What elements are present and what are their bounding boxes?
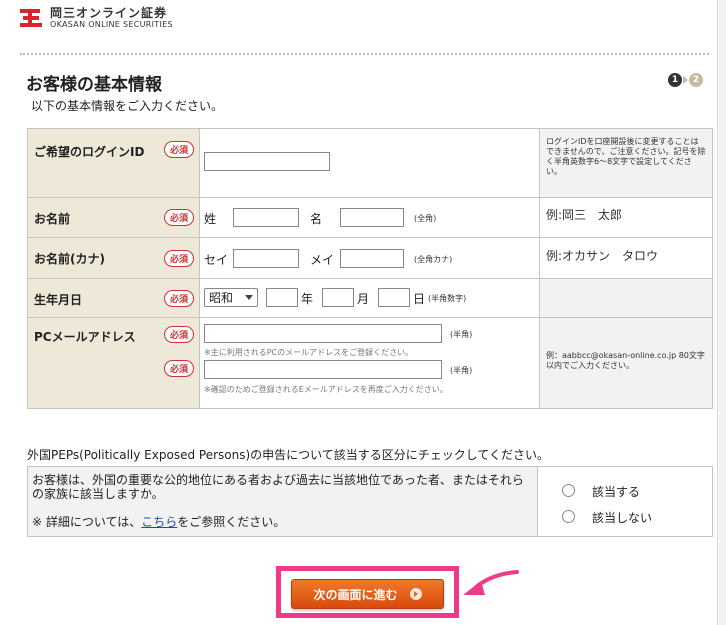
pep-no-label[interactable]: 該当しない [592, 509, 652, 526]
email-row: PCメールアドレス 必須 必須 (半角) ※主に利用されるPCのメールアドレスを… [27, 317, 713, 409]
required-badge: 必須 [164, 141, 194, 158]
name-kana-example: 例:オカサン タロウ [546, 249, 659, 263]
required-badge: 必須 [164, 250, 194, 267]
pep-no-radio[interactable] [562, 510, 575, 523]
birthdate-label: 生年月日 [34, 293, 83, 307]
logo-mark-icon [20, 8, 44, 30]
arrow-right-circle-icon [409, 588, 422, 600]
brand-logo[interactable]: 岡三オンライン証券 OKASAN ONLINE SECURITIES [20, 7, 173, 30]
pep-detail-suffix: をご参照ください。 [177, 515, 286, 529]
email-label: PCメールアドレス [34, 330, 136, 344]
login-id-note: ログインIDを口座開設後に変更することはできませんので、ご注意ください。記号を除… [546, 137, 706, 176]
required-badge-confirm: 必須 [164, 360, 194, 377]
day-label: 日 [413, 292, 426, 306]
login-id-label: ご希望のログインID [34, 145, 145, 159]
brand-name-jp: 岡三オンライン証券 [50, 6, 168, 20]
first-name-kana-input[interactable] [340, 249, 404, 268]
intro-text: 以下の基本情報をご入力ください。 [31, 99, 224, 113]
required-badge: 必須 [164, 290, 194, 307]
month-label: 月 [357, 292, 370, 306]
pep-yes-label[interactable]: 該当する [592, 483, 640, 500]
sei-label: 姓 [204, 212, 217, 226]
name-kana-row: お名前(カナ) 必須 セイ メイ (全角カナ) 例:オカサン タロウ [27, 237, 713, 279]
email-confirm-input[interactable] [204, 360, 442, 379]
pep-detail-link[interactable]: こちら [141, 515, 177, 529]
basic-info-form: ご希望のログインID 必須 ログインIDを口座開設後に変更することはできませんの… [27, 128, 713, 409]
header: 岡三オンライン証券 OKASAN ONLINE SECURITIES [0, 0, 718, 54]
hankaku-number-note: (半角数字) [428, 294, 467, 303]
email-confirm-hint: ※確認のためご登録されるEメールアドレスを再度ご入力ください。 [204, 385, 448, 394]
required-badge: 必須 [164, 326, 194, 343]
email-note: 例：aabbcc@okasan-online.co.jp 80文字以内でご入力く… [546, 351, 705, 370]
pep-yes-radio[interactable] [562, 484, 575, 497]
birth-day-input[interactable] [378, 288, 410, 307]
hankaku-note: (半角) [450, 330, 473, 339]
next-button[interactable]: 次の画面に進む [291, 579, 444, 609]
submit-highlight: 次の画面に進む [276, 566, 459, 618]
login-id-label-cell: ご希望のログインID 必須 [27, 128, 200, 198]
pointer-arrow-icon [463, 570, 519, 595]
pep-title: 外国PEPs(Politically Exposed Persons)の申告につ… [27, 448, 550, 462]
step-arrow-icon [683, 76, 688, 84]
login-id-input[interactable] [204, 152, 330, 171]
name-row: お名前 必須 姓 名 (全角) 例:岡三 太郎 [27, 197, 713, 238]
last-name-kana-input[interactable] [233, 249, 299, 268]
login-id-row: ご希望のログインID 必須 ログインIDを口座開設後に変更することはできませんの… [27, 128, 713, 198]
email-hint: ※主に利用されるPCのメールアドレスをご登録ください。 [204, 348, 414, 357]
next-button-label: 次の画面に進む [313, 587, 398, 602]
page-frame: 岡三オンライン証券 OKASAN ONLINE SECURITIES お客様の基… [0, 0, 718, 625]
page-title: お客様の基本情報 [26, 75, 162, 95]
name-example: 例:岡三 太郎 [546, 208, 623, 222]
era-value: 昭和 [209, 291, 234, 305]
header-divider [20, 53, 709, 55]
last-name-input[interactable] [233, 208, 299, 227]
pep-question: お客様は、外国の重要な公的地位にある者および過去に当該地位であった者、またはそれ… [32, 473, 524, 501]
year-label: 年 [301, 292, 314, 306]
zenkaku-kana-note: (全角カナ) [414, 255, 453, 264]
chevron-down-icon [245, 295, 253, 300]
brand-name-en: OKASAN ONLINE SECURITIES [50, 20, 173, 29]
birth-year-input[interactable] [266, 288, 298, 307]
zenkaku-note: (全角) [414, 214, 437, 223]
sei-kana-label: セイ [204, 253, 229, 267]
name-kana-label: お名前(カナ) [34, 252, 105, 266]
era-select[interactable]: 昭和 [204, 288, 258, 307]
step-indicator: 1 2 [668, 73, 703, 87]
hankaku-note-confirm: (半角) [450, 366, 473, 375]
name-label: お名前 [34, 212, 71, 226]
login-id-input-cell [199, 128, 540, 198]
pep-answer-cell: 該当する 該当しない [537, 466, 713, 537]
birthdate-row: 生年月日 必須 昭和 年 月 日 (半角数字) [27, 278, 713, 318]
mei-label: 名 [310, 212, 323, 226]
first-name-input[interactable] [340, 208, 404, 227]
scrollbar[interactable] [719, 0, 726, 625]
login-id-note-cell: ログインIDを口座開設後に変更することはできませんので、ご注意ください。記号を除… [539, 128, 713, 198]
pep-detail-prefix: ※ 詳細については、 [32, 515, 142, 529]
birth-month-input[interactable] [322, 288, 354, 307]
required-badge: 必須 [164, 209, 194, 226]
email-input[interactable] [204, 324, 442, 343]
step-1-badge: 1 [668, 73, 682, 87]
pep-table: お客様は、外国の重要な公的地位にある者および過去に当該地位であった者、またはそれ… [27, 466, 713, 537]
pep-question-cell: お客様は、外国の重要な公的地位にある者および過去に当該地位であった者、またはそれ… [27, 466, 538, 537]
step-2-badge: 2 [689, 73, 703, 87]
mei-kana-label: メイ [310, 253, 335, 267]
